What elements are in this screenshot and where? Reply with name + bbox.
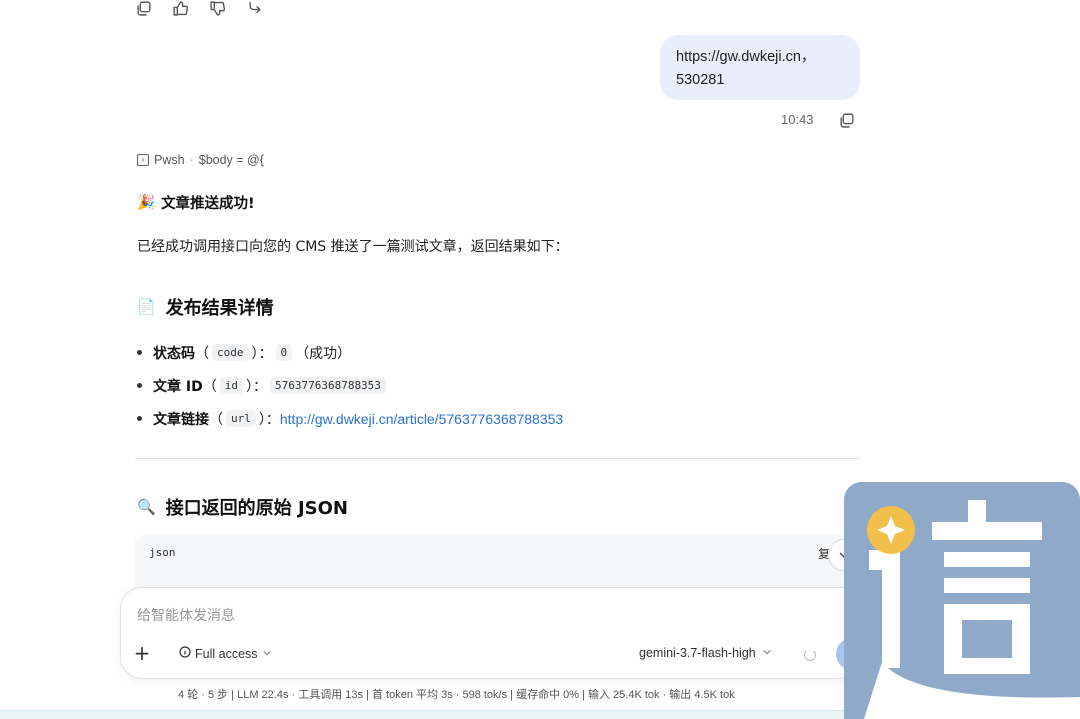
paren-open: （ xyxy=(202,378,217,395)
model-label: gemini-3.7-flash-high xyxy=(639,646,756,660)
shield-info-icon xyxy=(179,646,191,661)
user-message-bubble: https://gw.dwkeji.cn， 530281 xyxy=(660,35,860,100)
bullet xyxy=(137,383,142,388)
item-label: 文章链接 xyxy=(153,411,209,428)
paren-open: （ xyxy=(195,345,209,362)
json-heading: 🔍 接口返回的原始 JSON xyxy=(137,494,348,520)
user-message-line2: 530281 xyxy=(676,72,725,88)
code-language: json xyxy=(149,546,176,559)
access-label: Full access xyxy=(195,646,258,661)
copy-icon[interactable] xyxy=(132,0,154,19)
list-item: 状态码 （ code ）： 0 （成功） xyxy=(137,336,563,369)
json-heading-text: 接口返回的原始 JSON xyxy=(165,498,348,519)
access-mode-dropdown[interactable]: Full access xyxy=(179,646,272,661)
result-heading: 📄 发布结果详情 xyxy=(137,294,274,320)
thumbs-down-icon[interactable] xyxy=(206,0,228,19)
paren-close: ）： xyxy=(258,411,280,428)
chevron-down-icon xyxy=(262,647,272,661)
item-key: code xyxy=(212,344,249,361)
document-icon: 📄 xyxy=(137,298,156,316)
item-label: 状态码 xyxy=(153,345,195,362)
item-label: 文章 ID xyxy=(153,378,203,395)
bullet xyxy=(137,416,142,421)
result-list: 状态码 （ code ）： 0 （成功） 文章 ID （ id ）： 57637… xyxy=(137,336,563,435)
model-dropdown[interactable]: gemini-3.7-flash-high xyxy=(639,646,772,660)
message-composer[interactable]: 给智能体发消息 + Full access gemini-3.7-flash-h… xyxy=(120,587,876,679)
tool-separator: · xyxy=(189,153,194,167)
result-heading-text: 发布结果详情 xyxy=(165,298,274,319)
code-block: json 复 xyxy=(135,535,860,595)
paren-close: ）： xyxy=(251,345,273,362)
divider xyxy=(135,458,860,459)
session-stats: 4 轮 · 5 步 | LLM 22.4s · 工具调用 13s | 首 tok… xyxy=(178,689,735,701)
add-attachment-button[interactable]: + xyxy=(130,642,154,666)
user-message-line1: https://gw.dwkeji.cn， xyxy=(676,49,816,65)
loading-spinner-icon xyxy=(804,649,816,661)
magnifier-icon: 🔍 xyxy=(137,498,156,516)
item-key: url xyxy=(226,410,256,427)
item-value: 0 xyxy=(275,344,293,361)
paren-close: ）： xyxy=(245,378,267,395)
message-time: 10:43 xyxy=(781,112,814,127)
message-input[interactable]: 给智能体发消息 xyxy=(137,605,235,625)
item-note: （成功） xyxy=(295,345,352,362)
item-key: id xyxy=(219,377,243,394)
paren-open: （ xyxy=(209,411,223,428)
article-link[interactable]: http://gw.dwkeji.cn/article/576377636878… xyxy=(280,411,563,427)
thumbs-up-icon[interactable] xyxy=(169,0,191,19)
list-item: 文章 ID （ id ）： 5763776368788353 xyxy=(137,369,563,402)
bullet xyxy=(137,350,142,355)
intro-text: 已经成功调用接口向您的 CMS 推送了一篇测试文章，返回结果如下： xyxy=(137,239,569,255)
terminal-icon: › xyxy=(137,154,149,166)
copy-message-icon[interactable] xyxy=(835,109,857,131)
success-title-text: 文章推送成功! xyxy=(161,196,255,212)
tool-snippet: $body = @{ xyxy=(198,153,264,167)
item-value: 5763776368788353 xyxy=(269,377,386,394)
chevron-down-icon xyxy=(762,646,772,660)
tool-call-summary[interactable]: › Pwsh · $body = @{ xyxy=(137,153,264,167)
tool-name: Pwsh xyxy=(154,153,185,167)
success-heading: 🎉 文章推送成功! xyxy=(137,192,255,213)
list-item: 文章链接 （ url ）： http://gw.dwkeji.cn/articl… xyxy=(137,402,563,435)
fork-icon[interactable] xyxy=(243,0,265,19)
party-icon: 🎉 xyxy=(137,195,156,211)
app-logo[interactable] xyxy=(844,482,1080,719)
